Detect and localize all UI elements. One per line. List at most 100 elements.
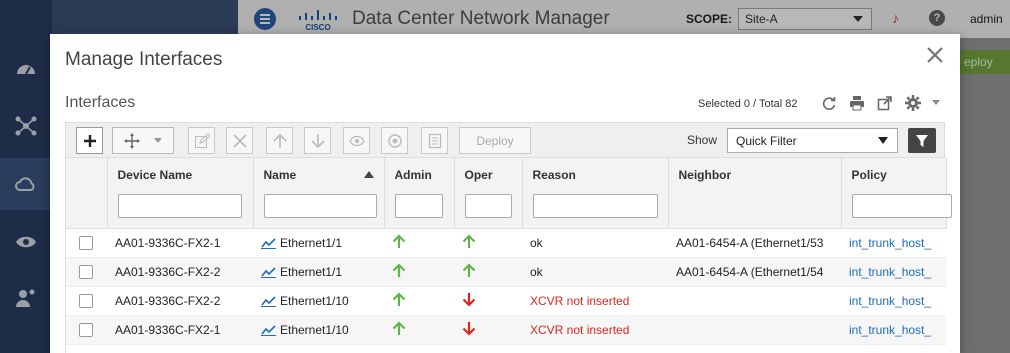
column-reason[interactable]: Reason bbox=[522, 158, 669, 229]
column-neighbor[interactable]: Neighbor bbox=[668, 158, 842, 229]
column-policy[interactable]: Policy bbox=[841, 158, 952, 229]
row-checkbox[interactable] bbox=[79, 264, 93, 279]
edit-button[interactable] bbox=[188, 127, 215, 154]
interfaces-toolbar: Deploy Show Quick Filter bbox=[65, 122, 945, 158]
selection-count: Selected 0 / Total 82 bbox=[698, 98, 798, 110]
arrow-up-icon bbox=[392, 262, 406, 281]
chevron-down-icon[interactable] bbox=[932, 94, 940, 112]
interface-name-cell[interactable]: Ethernet1/10 bbox=[253, 286, 384, 316]
interface-name: Ethernet1/1 bbox=[280, 235, 343, 250]
move-dropdown-button[interactable] bbox=[112, 127, 174, 154]
interface-name-cell[interactable]: Ethernet1/1 bbox=[253, 257, 384, 287]
row-checkbox[interactable] bbox=[79, 322, 93, 337]
oper-status-cell bbox=[454, 228, 522, 258]
reason-cell: ok bbox=[522, 228, 668, 258]
interface-name: Ethernet1/10 bbox=[280, 322, 349, 337]
move-up-button[interactable] bbox=[266, 127, 293, 154]
policy-link[interactable]: int_trunk_host_ bbox=[841, 257, 946, 287]
interface-graph-icon[interactable] bbox=[261, 323, 280, 337]
row-checkbox[interactable] bbox=[79, 293, 93, 308]
delete-button[interactable] bbox=[226, 127, 253, 154]
show-label: Show bbox=[687, 133, 718, 147]
select-column-header bbox=[66, 158, 108, 229]
oper-status-cell bbox=[454, 286, 522, 316]
table-actions bbox=[820, 94, 940, 112]
deploy-button[interactable]: Deploy bbox=[459, 127, 531, 154]
admin-status-cell bbox=[384, 228, 454, 258]
reason-cell: ok bbox=[522, 257, 668, 287]
table-row[interactable]: AA01-9336C-FX2-2 Ethernet1/1 ok AA01-6454-A… bbox=[66, 257, 946, 287]
policy-link[interactable]: int_trunk_host_ bbox=[841, 228, 946, 258]
reason-cell: XCVR not inserted bbox=[522, 315, 668, 345]
policy-link[interactable]: int_trunk_host_ bbox=[841, 286, 946, 316]
column-oper[interactable]: Oper bbox=[454, 158, 523, 229]
oper-status-cell bbox=[454, 257, 522, 287]
neighbor-cell: AA01-6454-A (Ethernet1/54 bbox=[668, 257, 841, 287]
arrow-up-icon bbox=[462, 233, 476, 252]
quick-filter-select[interactable]: Quick Filter bbox=[727, 128, 898, 153]
row-select-cell bbox=[66, 286, 107, 316]
add-button[interactable] bbox=[76, 127, 103, 154]
admin-status-cell bbox=[384, 286, 454, 316]
filter-value: Quick Filter bbox=[736, 134, 797, 148]
section-title: Interfaces bbox=[65, 94, 136, 111]
interfaces-table: Device Name Name Admin Oper Reason Neigh… bbox=[65, 158, 952, 353]
interface-name: Ethernet1/10 bbox=[280, 293, 349, 308]
interface-name-cell[interactable]: Ethernet1/1 bbox=[253, 228, 384, 258]
oper-status-cell bbox=[454, 315, 522, 345]
table-row[interactable]: AA01-9336C-FX2-2 Ethernet1/10 XCVR not ins… bbox=[66, 286, 946, 316]
close-icon[interactable] bbox=[924, 44, 946, 66]
oper-filter-input[interactable] bbox=[464, 194, 512, 218]
arrow-up-icon bbox=[462, 262, 476, 281]
history-button[interactable] bbox=[381, 127, 408, 154]
table-header: Device Name Name Admin Oper Reason Neigh… bbox=[66, 158, 952, 229]
device-name-filter-input[interactable] bbox=[117, 194, 242, 218]
move-down-button[interactable] bbox=[304, 127, 331, 154]
row-select-cell bbox=[66, 315, 107, 345]
view-button[interactable] bbox=[343, 127, 370, 154]
admin-status-cell bbox=[384, 257, 454, 287]
policy-filter-input[interactable] bbox=[851, 194, 952, 218]
preview-button[interactable] bbox=[421, 127, 448, 154]
filter-icon[interactable] bbox=[908, 128, 936, 153]
print-icon[interactable] bbox=[848, 94, 866, 112]
neighbor-cell bbox=[668, 315, 841, 345]
sort-ascending-icon[interactable] bbox=[363, 171, 374, 178]
policy-link[interactable]: int_trunk_host_ bbox=[841, 315, 946, 345]
row-select-cell bbox=[66, 257, 107, 287]
reason-cell: XCVR not inserted bbox=[522, 286, 668, 316]
table-row[interactable]: AA01-9336C-FX2-1 Ethernet1/10 XCVR not ins… bbox=[66, 315, 946, 345]
interface-name: Ethernet1/1 bbox=[280, 264, 343, 279]
chevron-down-icon bbox=[878, 137, 888, 144]
manage-interfaces-modal: Manage Interfaces Interfaces Selected 0 … bbox=[50, 34, 960, 353]
row-checkbox[interactable] bbox=[79, 235, 93, 250]
interface-graph-icon[interactable] bbox=[261, 265, 280, 279]
interface-graph-icon[interactable] bbox=[261, 236, 280, 250]
column-name[interactable]: Name bbox=[253, 158, 385, 229]
modal-title: Manage Interfaces bbox=[65, 49, 223, 70]
interface-name-cell[interactable]: Ethernet1/10 bbox=[253, 315, 384, 345]
device-name-cell: AA01-9336C-FX2-1 bbox=[107, 315, 253, 345]
admin-status-cell bbox=[384, 315, 454, 345]
arrow-up-icon bbox=[392, 320, 406, 339]
export-icon[interactable] bbox=[876, 94, 894, 112]
arrow-up-icon bbox=[392, 291, 406, 310]
device-name-cell: AA01-9336C-FX2-2 bbox=[107, 286, 253, 316]
arrow-up-icon bbox=[392, 233, 406, 252]
arrow-down-icon bbox=[462, 321, 476, 339]
row-select-cell bbox=[66, 228, 107, 258]
reason-filter-input[interactable] bbox=[532, 194, 658, 218]
column-device-name[interactable]: Device Name bbox=[107, 158, 254, 229]
admin-filter-input[interactable] bbox=[394, 194, 443, 218]
interface-graph-icon[interactable] bbox=[261, 294, 280, 308]
neighbor-cell bbox=[668, 286, 841, 316]
gear-icon[interactable] bbox=[904, 94, 922, 112]
arrow-down-icon bbox=[462, 292, 476, 310]
name-filter-input[interactable] bbox=[263, 194, 377, 218]
column-admin[interactable]: Admin bbox=[384, 158, 455, 229]
table-row[interactable]: AA01-9336C-FX2-1 Ethernet1/1 ok AA01-6454-A… bbox=[66, 228, 946, 258]
device-name-cell: AA01-9336C-FX2-2 bbox=[107, 257, 253, 287]
refresh-icon[interactable] bbox=[820, 94, 838, 112]
device-name-cell: AA01-9336C-FX2-1 bbox=[107, 228, 253, 258]
neighbor-cell: AA01-6454-A (Ethernet1/53 bbox=[668, 228, 841, 258]
